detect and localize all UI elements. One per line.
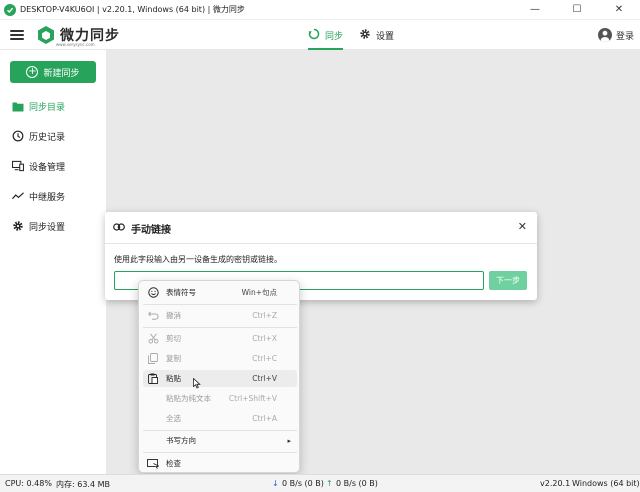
sidebar: + 新建同步 同步目录 历史记录 设备管理 中继服务 同步设置 [0,50,106,474]
menu-item-shortcut: Ctrl+X [252,334,277,343]
menu-item-label: 复制 [166,354,181,363]
dialog-description: 使用此字段输入由另一设备生成的密钥或链接。 [114,255,282,264]
logo-subtitle: www.verysync.com [56,42,95,47]
undo-icon [147,310,159,322]
maximize-button[interactable]: ☐ [556,0,598,20]
relay-icon [12,190,24,202]
menu-item-paste-plain-text[interactable]: 粘贴为纯文本 Ctrl+Shift+V [143,390,297,407]
cpu-usage: CPU: 0.48% [5,479,52,488]
menu-item-inspect[interactable]: 检查 [143,455,297,472]
sidebar-item-sync-settings[interactable]: 同步设置 [0,216,106,236]
logo-hexagon-icon [38,25,54,44]
menu-item-writing-direction[interactable]: 书写方向 ▸ [143,432,297,449]
status-bar: CPU: 0.48% 内存: 63.4 MB ↓ 0 B/s (0 B) ↑ 0… [0,474,640,492]
app-header: 微力同步 www.verysync.com 同步 设置 登录 [0,20,640,50]
download-arrow-icon: ↓ [272,479,279,488]
menu-item-emoji[interactable]: 表情符号 Win+句点 [143,284,297,301]
memory-usage: 内存: 63.4 MB [56,480,110,489]
menu-item-cut[interactable]: 剪切 Ctrl+X [143,330,297,347]
menu-item-shortcut: Win+句点 [241,288,277,297]
tab-settings-label: 设置 [376,31,395,42]
download-rate: 0 B/s (0 B) [282,479,324,488]
gear-icon [359,28,371,43]
menu-separator [143,452,297,453]
link-icon [113,223,125,234]
menu-item-label: 粘贴为纯文本 [166,394,211,403]
gear-icon [12,220,24,232]
login-label: 登录 [615,31,634,42]
menu-item-label: 检查 [166,459,181,468]
minimize-button[interactable]: — [514,0,556,20]
tab-settings[interactable]: 设置 [359,20,394,50]
menu-item-label: 撤消 [166,311,181,320]
tab-sync[interactable]: 同步 [308,20,344,50]
menu-item-paste[interactable]: 粘贴 Ctrl+V [143,370,297,387]
menu-item-shortcut: Ctrl+C [252,354,277,363]
next-button[interactable]: 下一步 [489,271,527,290]
sidebar-item-label: 历史记录 [29,132,66,143]
menu-item-shortcut: Ctrl+V [252,374,277,383]
submenu-arrow-icon: ▸ [287,436,291,445]
hamburger-menu-icon[interactable] [10,29,24,40]
close-window-button[interactable]: ✕ [598,0,640,20]
app-logo-icon [4,3,16,16]
sidebar-item-label: 同步设置 [29,222,66,233]
menu-item-label: 全选 [166,414,181,423]
menu-item-label: 粘贴 [166,374,181,383]
window-title: DESKTOP-V4KU6OI | v2.20.1, Windows (64 b… [20,5,245,14]
dialog-close-icon[interactable]: ✕ [518,220,527,233]
plus-circle-icon: + [26,66,39,78]
os-info: Windows (64 bit) [572,479,640,488]
menu-item-shortcut: Ctrl+Z [252,311,277,320]
sidebar-item-sync-folders[interactable]: 同步目录 [0,96,106,116]
folder-icon [12,100,24,112]
user-avatar-icon [597,28,612,42]
menu-item-label: 书写方向 [166,436,196,445]
window-titlebar: DESKTOP-V4KU6OI | v2.20.1, Windows (64 b… [0,0,640,20]
dialog-title-text: 手动链接 [131,225,171,236]
new-sync-button[interactable]: + 新建同步 [10,61,96,83]
menu-item-shortcut: Ctrl+Shift+V [228,394,277,403]
menu-item-copy[interactable]: 复制 Ctrl+C [143,350,297,367]
tab-sync-label: 同步 [325,31,344,42]
sidebar-item-label: 设备管理 [29,162,66,173]
upload-arrow-icon: ↑ [326,479,333,488]
menu-separator [143,430,297,431]
sidebar-item-history[interactable]: 历史记录 [0,126,106,146]
devices-icon [12,160,24,172]
cut-icon [147,333,159,345]
new-sync-label: 新建同步 [43,68,80,79]
inspect-icon [147,458,159,470]
paste-icon [147,373,159,385]
context-menu: 表情符号 Win+句点 撤消 Ctrl+Z 剪切 Ctrl+X 复制 Ctrl+… [138,280,300,473]
login-button[interactable]: 登录 [597,20,634,50]
mouse-cursor-icon [193,377,201,392]
copy-icon [147,353,159,365]
sidebar-item-relay[interactable]: 中继服务 [0,186,106,206]
sidebar-item-devices[interactable]: 设备管理 [0,156,106,176]
dialog-title: 手动链接 [113,221,171,236]
upload-rate: 0 B/s (0 B) [336,479,378,488]
menu-item-undo[interactable]: 撤消 Ctrl+Z [143,307,297,324]
menu-separator [143,327,297,328]
dialog-divider [105,243,537,244]
emoji-icon [147,287,159,299]
menu-item-shortcut: Ctrl+A [252,414,277,423]
menu-item-label: 剪切 [166,334,181,343]
sidebar-item-label: 同步目录 [29,102,66,113]
menu-item-label: 表情符号 [166,288,196,297]
menu-separator [143,304,297,305]
sidebar-item-label: 中继服务 [29,192,66,203]
history-icon [12,130,24,142]
app-version: v2.20.1 [540,479,571,488]
menu-item-select-all[interactable]: 全选 Ctrl+A [143,410,297,427]
sync-icon [308,28,320,43]
